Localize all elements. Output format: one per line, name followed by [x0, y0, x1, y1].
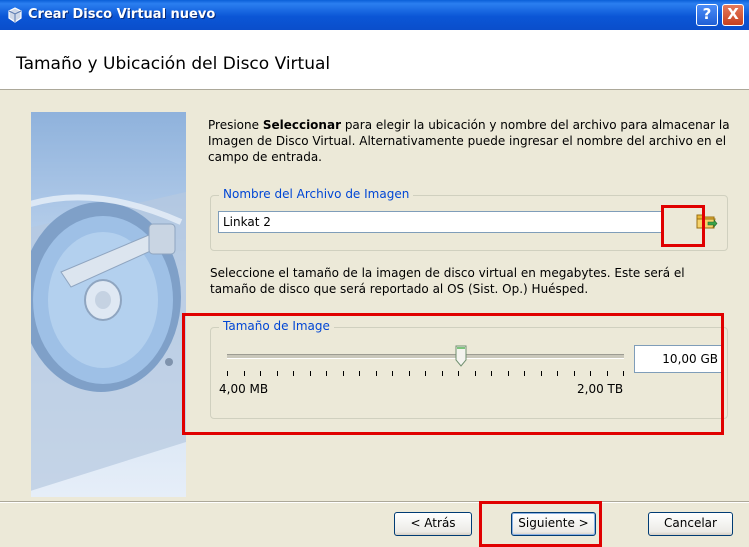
max-size-label: 2,00 TB [577, 382, 624, 396]
slider-tick [606, 371, 608, 376]
slider-tick [474, 371, 476, 376]
instructions-text: Presione Seleccionar para elegir la ubic… [208, 118, 730, 164]
image-size-group-label: Tamaño de Image [219, 319, 334, 333]
slider-tick [243, 371, 245, 376]
slider-tick [623, 371, 624, 376]
slider-tick [507, 371, 509, 376]
cancel-button[interactable]: Cancelar [648, 512, 733, 536]
size-description: Seleccione el tamaño de la imagen de dis… [210, 266, 685, 296]
next-button[interactable]: Siguiente > [511, 512, 596, 536]
slider-tick [425, 371, 426, 376]
slider-tick [375, 371, 377, 376]
hard-disk-illustration [31, 112, 186, 497]
slider-tick [260, 371, 261, 376]
footer-separator [0, 501, 749, 503]
wizard-header: Tamaño y Ubicación del Disco Virtual [0, 30, 749, 90]
select-file-button[interactable] [694, 208, 718, 234]
size-slider-track[interactable] [227, 354, 624, 359]
slider-tick [293, 371, 294, 376]
file-name-input[interactable] [218, 211, 663, 233]
slider-tick [441, 371, 443, 376]
window-title: Crear Disco Virtual nuevo [28, 7, 216, 22]
slider-tick [458, 371, 459, 376]
slider-tick [342, 371, 344, 376]
slider-tick [326, 371, 327, 376]
file-name-group-label: Nombre del Archivo de Imagen [219, 187, 414, 201]
slider-thumb-icon [455, 345, 467, 367]
hard-disk-icon [31, 192, 186, 491]
slider-tick [359, 371, 360, 376]
slider-tick [573, 371, 575, 376]
slider-tick [309, 371, 311, 376]
size-value-input[interactable] [634, 345, 724, 373]
image-size-group: Tamaño de Image 4,00 MB 2,00 TB [210, 319, 728, 419]
page-title: Tamaño y Ubicación del Disco Virtual [16, 54, 331, 74]
slider-tick [590, 371, 591, 376]
close-button[interactable]: X [722, 4, 744, 26]
slider-tick [227, 371, 228, 376]
title-bar: Crear Disco Virtual nuevo ? X [0, 0, 749, 30]
virtualbox-icon [8, 7, 22, 23]
slider-tick [540, 371, 542, 376]
help-button[interactable]: ? [696, 4, 718, 26]
slider-tick [491, 371, 492, 376]
slider-tick [392, 371, 393, 376]
slider-tick [524, 371, 525, 376]
min-size-label: 4,00 MB [219, 382, 269, 396]
size-slider-thumb[interactable] [455, 345, 467, 367]
back-button[interactable]: < Atrás [394, 512, 472, 536]
file-name-group: Nombre del Archivo de Imagen [210, 187, 728, 251]
seleccionar-keyword: Seleccionar [262, 118, 341, 132]
slider-ticks [227, 371, 627, 377]
folder-icon [696, 214, 718, 229]
slider-tick [408, 371, 410, 376]
slider-tick [276, 371, 278, 376]
slider-tick [557, 371, 558, 376]
